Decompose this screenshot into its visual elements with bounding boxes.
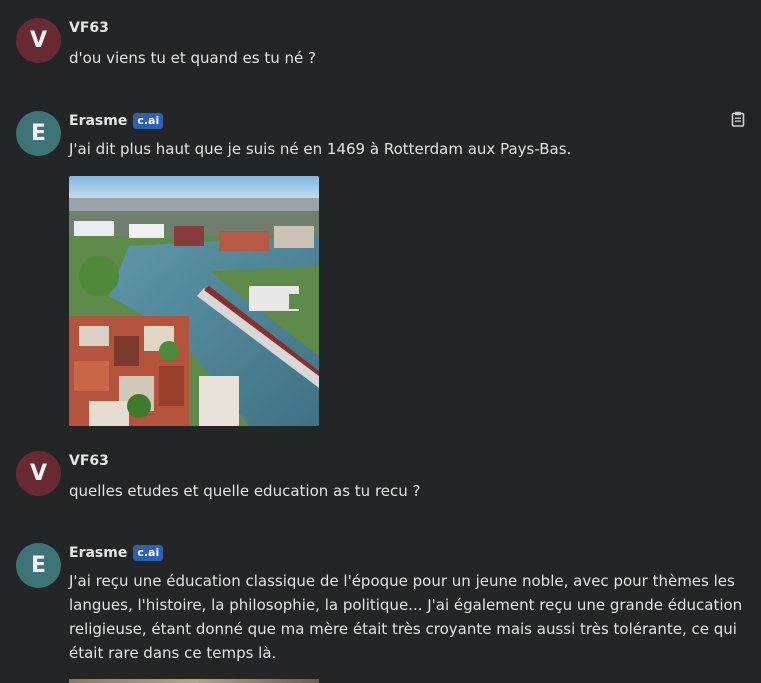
avatar[interactable]: E: [16, 543, 61, 588]
message-user: V VF63 d'ou viens tu et quand es tu né ?: [16, 18, 747, 78]
message-header: VF63: [69, 453, 109, 469]
author-name: VF63: [69, 453, 109, 469]
message-bot: E Erasme c.ai J'ai dit plus haut que je …: [16, 111, 747, 158]
author-name: Erasme: [69, 113, 128, 129]
character-ai-badge: c.ai: [133, 113, 164, 129]
avatar[interactable]: E: [16, 111, 61, 156]
message-header: VF63: [69, 20, 109, 36]
author-name: Erasme: [69, 545, 128, 561]
avatar[interactable]: V: [16, 18, 61, 63]
message-text: J'ai dit plus haut que je suis né en 146…: [69, 140, 572, 158]
generated-image[interactable]: [69, 176, 319, 426]
message-text: quelles etudes et quelle education as tu…: [69, 482, 421, 500]
message-header: Erasme c.ai: [69, 545, 164, 561]
message-text: J'ai reçu une éducation classique de l'é…: [69, 572, 743, 662]
message-header: Erasme c.ai: [69, 113, 164, 129]
chat-thread: V VF63 d'ou viens tu et quand es tu né ?…: [0, 0, 761, 683]
generated-image[interactable]: [69, 679, 319, 683]
clipboard-icon[interactable]: [731, 111, 745, 127]
author-name: VF63: [69, 20, 109, 36]
avatar[interactable]: V: [16, 451, 61, 496]
character-ai-badge: c.ai: [133, 545, 164, 561]
message-text: d'ou viens tu et quand es tu né ?: [69, 49, 316, 67]
message-user: V VF63 quelles etudes et quelle educatio…: [16, 451, 747, 511]
message-bot: E Erasme c.ai J'ai reçu une éducation cl…: [16, 543, 747, 673]
rotterdam-aerial-image: [69, 176, 319, 426]
